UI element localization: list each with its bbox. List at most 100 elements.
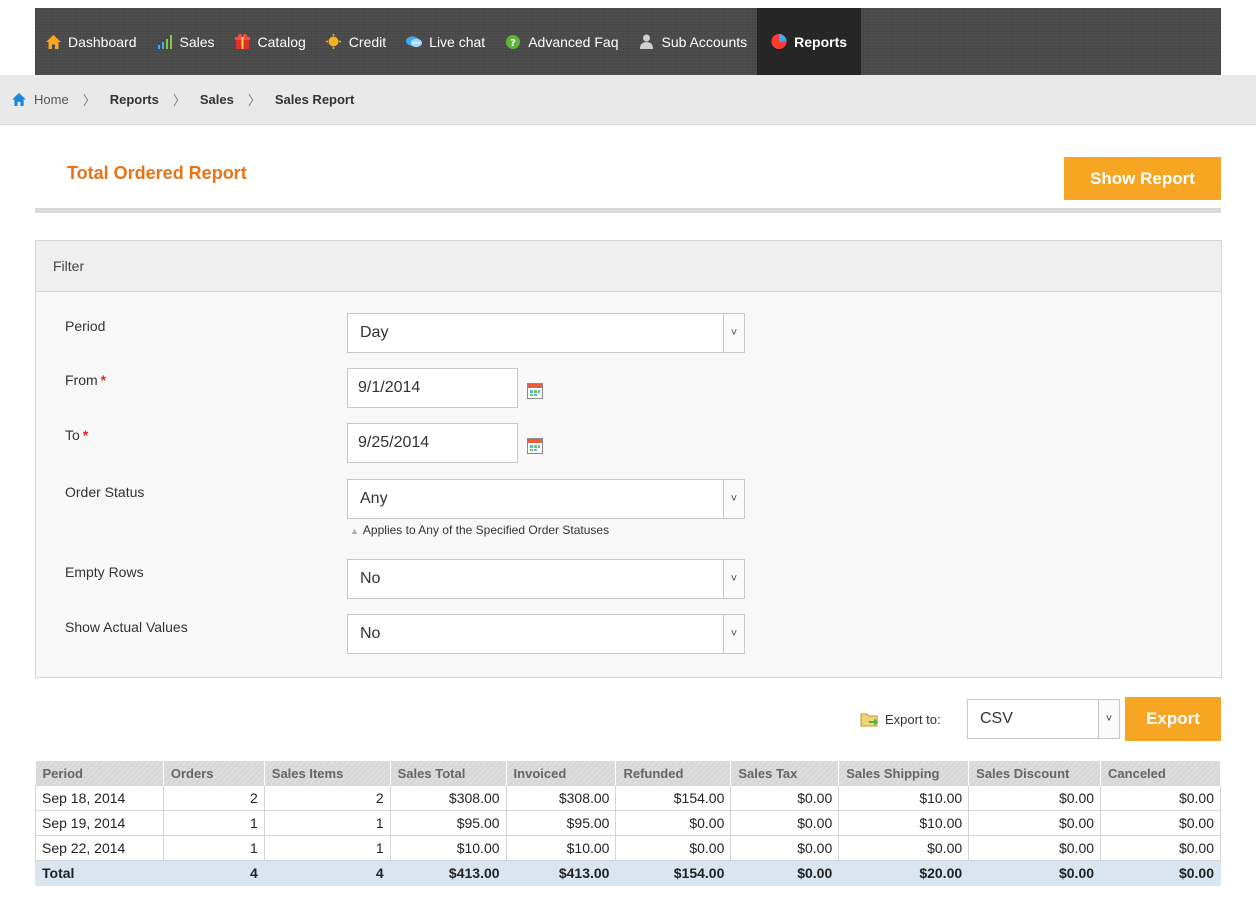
chevron-down-icon: ˅ — [723, 314, 744, 352]
triangle-up-icon: ▲ — [350, 526, 359, 536]
user-icon — [639, 34, 655, 50]
nav-label: Sales — [179, 33, 215, 50]
table-cell: $0.00 — [968, 835, 1102, 861]
column-header[interactable]: Sales Items — [264, 761, 391, 786]
table-cell: $413.00 — [505, 860, 617, 886]
svg-text:?: ? — [510, 38, 516, 49]
table-cell: $0.00 — [968, 810, 1102, 836]
export-format-value: CSV — [980, 710, 1013, 727]
nav-item-advanced-faq[interactable]: ? Advanced Faq — [495, 8, 628, 75]
calendar-icon[interactable] — [527, 383, 543, 399]
nav-item-credit[interactable]: Credit — [316, 8, 396, 75]
table-cell: $154.00 — [615, 785, 732, 811]
table-cell: Sep 19, 2014 — [35, 810, 164, 836]
to-label: To * — [65, 427, 89, 443]
show-report-button[interactable]: Show Report — [1064, 157, 1221, 200]
empty-rows-value: No — [360, 570, 381, 587]
table-cell: Sep 22, 2014 — [35, 835, 164, 861]
calendar-icon[interactable] — [527, 438, 543, 454]
column-header[interactable]: Invoiced — [506, 761, 617, 786]
chevron-down-icon: ˅ — [723, 615, 744, 653]
table-cell: $0.00 — [730, 835, 840, 861]
chevron-right-icon: 〉 — [172, 93, 186, 108]
breadcrumb-item[interactable]: Sales — [200, 92, 234, 107]
table-cell: $0.00 — [968, 785, 1102, 811]
column-header[interactable]: Period — [35, 761, 164, 786]
table-header-row: Period Orders Sales Items Sales Total In… — [35, 761, 1221, 786]
help-icon: ? — [505, 34, 521, 50]
table-cell: $10.00 — [838, 810, 970, 836]
chevron-right-icon: 〉 — [82, 93, 96, 108]
table-cell: 2 — [263, 785, 391, 811]
nav-item-sales[interactable]: Sales — [147, 8, 225, 75]
table-cell: 2 — [162, 785, 265, 811]
table-cell: $0.00 — [838, 835, 970, 861]
table-cell: $0.00 — [730, 810, 840, 836]
filter-panel: Filter Period Day ˅ From * 9/1/2014 To * 9… — [35, 240, 1222, 678]
export-button[interactable]: Export — [1125, 697, 1221, 741]
breadcrumb-item[interactable]: Reports — [110, 92, 159, 107]
gift-icon — [235, 34, 251, 50]
column-header[interactable]: Canceled — [1100, 761, 1221, 786]
nav-label: Catalog — [257, 33, 306, 50]
bar-chart-icon — [157, 34, 173, 50]
order-status-label: Order Status — [65, 484, 145, 500]
table-cell: $0.00 — [730, 860, 840, 886]
table-row: Sep 19, 2014 1 1 $95.00 $95.00 $0.00 $0.… — [35, 810, 1221, 836]
nav-item-live-chat[interactable]: Live chat — [396, 8, 495, 75]
table-cell: $0.00 — [1100, 860, 1221, 886]
order-status-select[interactable]: Any ˅ — [347, 479, 745, 519]
breadcrumb-home-label: Home — [34, 92, 69, 107]
coin-icon — [326, 34, 342, 50]
column-header[interactable]: Orders — [163, 761, 265, 786]
table-cell: $154.00 — [615, 860, 732, 886]
from-label: From * — [65, 372, 107, 388]
table-total-row: Total 4 4 $413.00 $413.00 $154.00 $0.00 … — [35, 860, 1221, 886]
column-header[interactable]: Sales Tax — [730, 761, 840, 786]
empty-rows-select[interactable]: No ˅ — [347, 559, 745, 599]
table-row: Sep 18, 2014 2 2 $308.00 $308.00 $154.00… — [35, 785, 1221, 811]
table-cell: 4 — [263, 860, 391, 886]
nav-label: Reports — [794, 33, 848, 50]
export-label-row: Export to: — [860, 697, 945, 741]
table-row: Sep 22, 2014 1 1 $10.00 $10.00 $0.00 $0.… — [35, 835, 1221, 861]
column-header[interactable]: Sales Total — [390, 761, 507, 786]
export-file-icon — [860, 713, 879, 727]
breadcrumb-home[interactable]: Home — [12, 92, 69, 107]
chevron-down-icon: ˅ — [723, 480, 744, 518]
show-actual-values-select[interactable]: No ˅ — [347, 614, 745, 654]
table-cell: 4 — [162, 860, 265, 886]
breadcrumb: Home 〉 Reports 〉 Sales 〉 Sales Report — [0, 75, 1256, 125]
nav-item-catalog[interactable]: Catalog — [225, 8, 316, 75]
period-select[interactable]: Day ˅ — [347, 313, 745, 353]
nav-item-reports[interactable]: Reports — [757, 8, 862, 75]
nav-item-sub-accounts[interactable]: Sub Accounts — [629, 8, 758, 75]
table-cell: $0.00 — [1100, 785, 1221, 811]
table-cell: 1 — [263, 810, 391, 836]
table-cell: $308.00 — [389, 785, 507, 811]
column-header[interactable]: Sales Discount — [968, 761, 1102, 786]
table-cell: $308.00 — [505, 785, 617, 811]
to-date-input[interactable]: 9/25/2014 — [347, 423, 518, 463]
nav-item-dashboard[interactable]: Dashboard — [35, 8, 147, 75]
breadcrumb-item-current: Sales Report — [274, 92, 355, 107]
pie-chart-icon — [771, 33, 787, 50]
table-cell: 1 — [162, 810, 265, 836]
nav-label: Live chat — [429, 33, 486, 50]
order-status-value: Any — [360, 490, 388, 507]
table-cell: $0.00 — [968, 860, 1102, 886]
from-date-input[interactable]: 9/1/2014 — [347, 368, 518, 408]
export-label: Export to: — [860, 711, 941, 727]
column-header[interactable]: Sales Shipping — [838, 761, 970, 786]
page-title: Total Ordered Report — [67, 163, 247, 183]
order-status-hint: ▲ Applies to Any of the Specified Order S… — [350, 523, 610, 537]
table-cell: $95.00 — [389, 810, 507, 836]
table-cell: $413.00 — [389, 860, 507, 886]
period-label: Period — [65, 318, 106, 334]
nav-label: Credit — [348, 33, 387, 50]
table-cell: 1 — [263, 835, 391, 861]
export-format-select[interactable]: CSV ˅ — [967, 699, 1120, 739]
table-cell: $10.00 — [838, 785, 970, 811]
filter-heading: Filter — [36, 241, 1221, 292]
column-header[interactable]: Refunded — [615, 761, 732, 786]
